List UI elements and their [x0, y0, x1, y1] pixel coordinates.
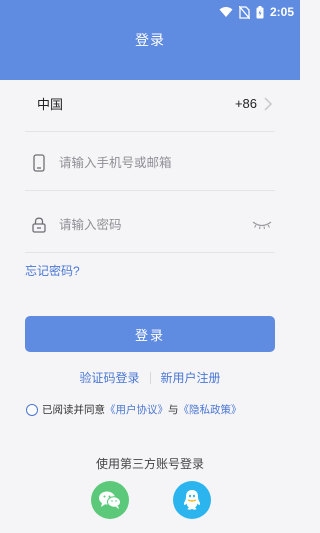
third-party-title: 使用第三方账号登录 — [95, 457, 204, 471]
page-title: 登录 — [135, 32, 165, 48]
phone-icon — [29, 153, 49, 172]
link-divider — [149, 371, 151, 384]
phone-email-input[interactable] — [59, 150, 275, 175]
login-button[interactable]: 登录 — [25, 316, 275, 352]
phone-field-row — [25, 135, 275, 191]
password-field-row — [25, 197, 275, 253]
status-time: 2:05 — [269, 5, 294, 19]
alt-links: 验证码登录 新用户注册 — [0, 369, 300, 386]
password-input[interactable] — [59, 212, 251, 237]
wechat-icon — [99, 491, 121, 509]
country-selector[interactable]: 中国 +86 — [25, 76, 275, 132]
agreement-prefix: 已阅读并同意 — [42, 404, 105, 416]
chevron-right-icon — [264, 97, 272, 110]
privacy-policy-link[interactable]: 《隐私政策》 — [179, 402, 242, 417]
forgot-password-link[interactable]: 忘记密码? — [25, 262, 80, 279]
qq-login-button[interactable] — [173, 481, 211, 519]
wifi-icon — [219, 7, 233, 17]
agreement-and: 与 — [168, 404, 179, 416]
register-link[interactable]: 新用户注册 — [161, 369, 221, 386]
country-name: 中国 — [37, 97, 64, 112]
status-bar: 2:05 — [219, 4, 294, 20]
qq-icon — [183, 490, 201, 510]
battery-icon — [256, 5, 264, 18]
lock-icon — [29, 217, 49, 233]
sms-login-link[interactable]: 验证码登录 — [79, 369, 139, 386]
agreement-radio[interactable] — [26, 403, 38, 416]
user-agreement-link[interactable]: 《用户协议》 — [105, 402, 168, 417]
header-bar: 2:05 登录 — [0, 0, 300, 80]
agreement-row: 已阅读并同意 《用户协议》 与 《隐私政策》 — [26, 402, 242, 417]
no-sim-icon — [238, 5, 250, 19]
wechat-login-button[interactable] — [91, 481, 129, 519]
country-code: +86 — [234, 96, 257, 111]
eye-closed-icon[interactable] — [251, 218, 273, 232]
